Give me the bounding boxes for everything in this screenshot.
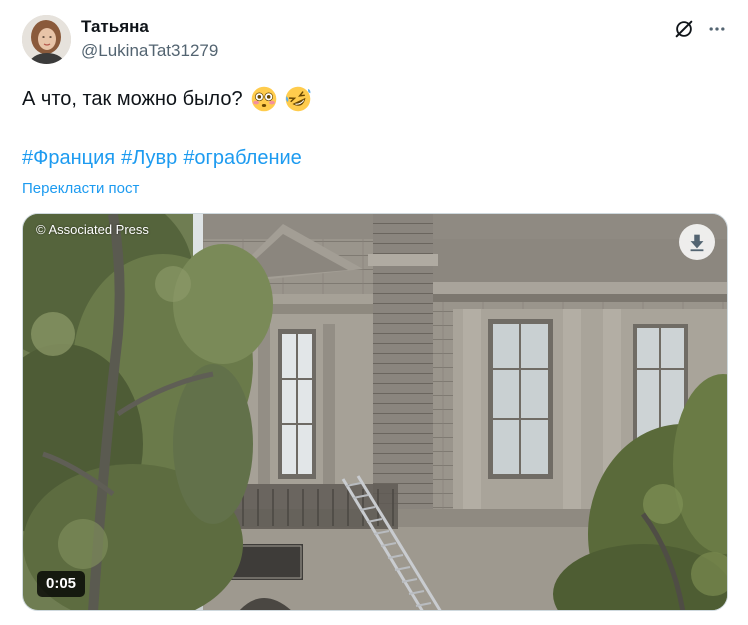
hashtag-list: #Франция #Лувр #ограбление [22,145,302,171]
video-duration-badge: 0:05 [37,571,86,597]
rolling-on-floor-laughing-icon [285,86,311,112]
tweet-text-content: А что, так можно было? [22,88,243,110]
flushed-face-icon [251,86,276,112]
grok-button[interactable] [672,17,696,41]
hashtag-link[interactable]: #Лувр [121,145,177,171]
grok-icon [675,20,693,38]
video-player[interactable]: © Associated Press 0:05 [22,213,728,611]
display-name[interactable]: Татьяна [81,16,218,38]
translate-post-link[interactable]: Перекласти пост [22,179,139,199]
download-button[interactable] [679,224,715,260]
download-icon [690,234,704,252]
video-frame [23,214,727,610]
avatar[interactable] [22,15,71,64]
user-handle[interactable]: @LukinaTat31279 [81,40,218,62]
more-icon [709,27,725,31]
tweet-text: А что, так можно было? [22,86,311,112]
video-watermark: © Associated Press [36,222,149,237]
hashtag-link[interactable]: #ограбление [183,145,301,171]
more-button[interactable] [705,17,729,41]
avatar-photo [22,15,71,64]
hashtag-link[interactable]: #Франция [22,145,115,171]
